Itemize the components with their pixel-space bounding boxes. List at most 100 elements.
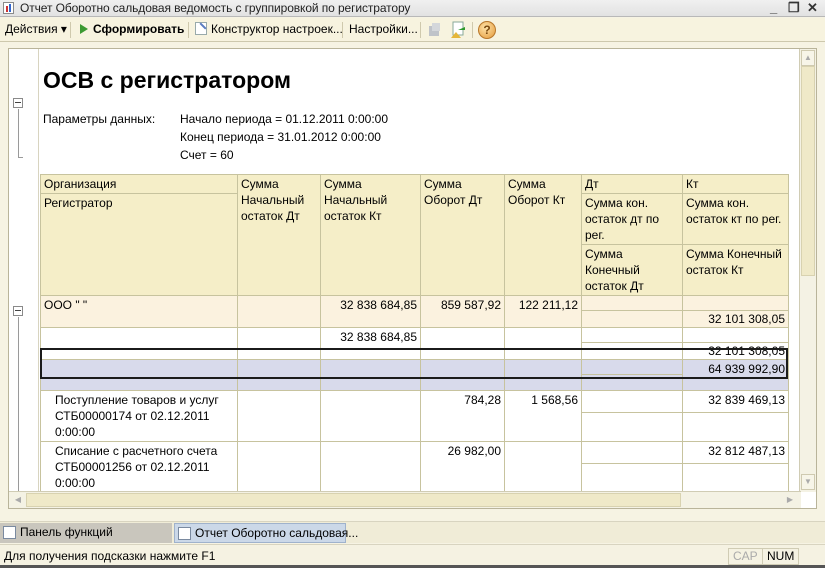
doc-start-kt: [320, 441, 421, 493]
report-window: Отчет Оборотно сальдовая ведомость с гру…: [0, 0, 825, 568]
doc-end-dt: [581, 390, 683, 442]
vertical-scroll-thumb[interactable]: [801, 66, 815, 276]
collapse-org-icon[interactable]: [13, 306, 23, 316]
separator: [472, 22, 473, 38]
header-row: Организация Сумма Начальный остаток Дт С…: [40, 174, 789, 296]
param-period-start: Начало периода = 01.12.2011 0:00:00: [180, 112, 388, 126]
separator: [188, 22, 189, 38]
window-taskbar: Панель функций Отчет Оборотно сальдовая.…: [0, 521, 825, 543]
doc-turnover-kt: 1 568,56: [504, 390, 582, 442]
header-kt: Кт: [682, 174, 789, 194]
report-icon: [3, 2, 14, 14]
task-report[interactable]: Отчет Оборотно сальдовая...: [174, 523, 358, 543]
play-icon: [80, 24, 88, 34]
scroll-right-icon[interactable]: ▶: [782, 493, 798, 507]
task-label: Панель функций: [20, 525, 113, 539]
generate-button[interactable]: Сформировать: [80, 22, 184, 36]
function-panel-icon: [3, 526, 16, 539]
task-function-panel[interactable]: Панель функций: [0, 523, 172, 543]
settings-button[interactable]: Настройки...: [349, 22, 418, 36]
separator: [70, 22, 71, 38]
collapse-params-icon[interactable]: [13, 98, 23, 108]
doc-turnover-dt: 784,28: [420, 390, 505, 442]
document-row[interactable]: Списание с расчетного счета СТБ00001256 …: [40, 441, 789, 493]
help-icon[interactable]: ?: [478, 21, 496, 39]
group-row[interactable]: 32 838 684,85 32 101 308,05: [40, 327, 789, 360]
group-name: [40, 327, 238, 360]
toolbar: Действия ▾ Сформировать Конструктор наст…: [0, 18, 825, 42]
report-icon: [178, 527, 191, 540]
close-button[interactable]: ✕: [807, 0, 818, 16]
organization-row[interactable]: ООО " " 32 838 684,85 859 587,92 122 211…: [40, 295, 789, 328]
header-end-kt-reg: Сумма кон. остаток кт по рег.: [682, 193, 789, 245]
selected-end-kt-reg: 64 939 992,90: [682, 359, 789, 391]
header-dt: Дт: [581, 174, 683, 194]
selected-cell: [420, 359, 505, 391]
horizontal-scrollbar[interactable]: ◀ ▶: [9, 491, 801, 508]
doc-turnover-kt: [504, 441, 582, 493]
header-registrar: Регистратор: [40, 193, 238, 296]
doc-start-dt: [237, 441, 321, 493]
org-turnover-dt: 859 587,92: [420, 295, 505, 328]
selected-cell: [320, 359, 421, 391]
constructor-button[interactable]: Конструктор настроек...: [195, 22, 343, 36]
status-hint: Для получения подсказки нажмите F1: [4, 549, 216, 563]
actions-menu[interactable]: Действия ▾: [5, 22, 67, 36]
param-account: Счет = 60: [180, 148, 234, 162]
header-organization: Организация: [40, 174, 238, 194]
export-icon[interactable]: [449, 21, 467, 39]
group-line-end: [18, 157, 23, 158]
num-indicator: NUM: [762, 548, 800, 565]
group-turnover-dt: [420, 327, 505, 360]
back-icon[interactable]: [426, 21, 444, 39]
report-title: ОСВ с регистратором: [43, 67, 291, 93]
header-end-dt: Сумма Конечный остаток Дт: [581, 244, 683, 296]
params-label: Параметры данных:: [43, 112, 156, 126]
constructor-label: Конструктор настроек...: [211, 22, 343, 36]
group-line: [18, 109, 19, 157]
selected-cell: [237, 359, 321, 391]
separator: [342, 22, 343, 38]
param-period-end: Конец периода = 31.01.2012 0:00:00: [180, 130, 381, 144]
separator: [420, 22, 421, 38]
org-start-dt: [237, 295, 321, 328]
document-row[interactable]: Поступление товаров и услуг СТБ00000174 …: [40, 390, 789, 442]
org-start-kt: 32 838 684,85: [320, 295, 421, 328]
osv-table: Организация Сумма Начальный остаток Дт С…: [40, 174, 789, 508]
header-turnover-dt: Сумма Оборот Дт: [420, 174, 505, 296]
header-turnover-kt: Сумма Оборот Кт: [504, 174, 582, 296]
horizontal-scroll-thumb[interactable]: [26, 493, 681, 507]
org-end-kt: 32 101 308,05: [682, 295, 789, 328]
scroll-down-icon[interactable]: ▼: [801, 474, 815, 490]
doc-name: Поступление товаров и услуг СТБ00000174 …: [40, 390, 238, 442]
doc-start-dt: [237, 390, 321, 442]
header-start-kt: Сумма Начальный остаток Кт: [320, 174, 421, 296]
restore-button[interactable]: ❐: [788, 0, 800, 16]
doc-end-dt: [581, 441, 683, 493]
task-label: Отчет Оборотно сальдовая...: [195, 526, 359, 540]
header-start-dt: Сумма Начальный остаток Дт: [237, 174, 321, 296]
scroll-left-icon[interactable]: ◀: [10, 493, 26, 507]
group-turnover-kt: [504, 327, 582, 360]
header-end-dt-reg: Сумма кон. остаток дт по рег.: [581, 193, 683, 245]
org-end-dt: [581, 295, 683, 328]
doc-turnover-dt: 26 982,00: [420, 441, 505, 493]
window-title: Отчет Оборотно сальдовая ведомость с гру…: [20, 1, 411, 15]
org-turnover-kt: 122 211,12: [504, 295, 582, 328]
org-name: ООО " ": [40, 295, 238, 328]
selected-row[interactable]: 64 939 992,90: [40, 359, 789, 391]
group-start-dt: [237, 327, 321, 360]
scroll-up-icon[interactable]: ▲: [801, 50, 815, 66]
selected-end-dt: [581, 359, 683, 391]
constructor-icon: [195, 22, 207, 35]
group-line: [18, 317, 19, 492]
header-end-kt: Сумма Конечный остаток Кт: [682, 244, 789, 296]
report-sheet: ОСВ с регистратором Параметры данных: На…: [8, 48, 817, 509]
minimize-button[interactable]: _: [770, 0, 777, 15]
vertical-scrollbar[interactable]: ▲ ▼: [799, 49, 816, 492]
generate-label: Сформировать: [93, 22, 185, 36]
doc-end-kt-reg: 32 812 487,13: [682, 441, 789, 493]
caps-indicator: CAP: [728, 548, 763, 565]
doc-name: Списание с расчетного счета СТБ00001256 …: [40, 441, 238, 493]
grouping-gutter: [9, 49, 39, 492]
